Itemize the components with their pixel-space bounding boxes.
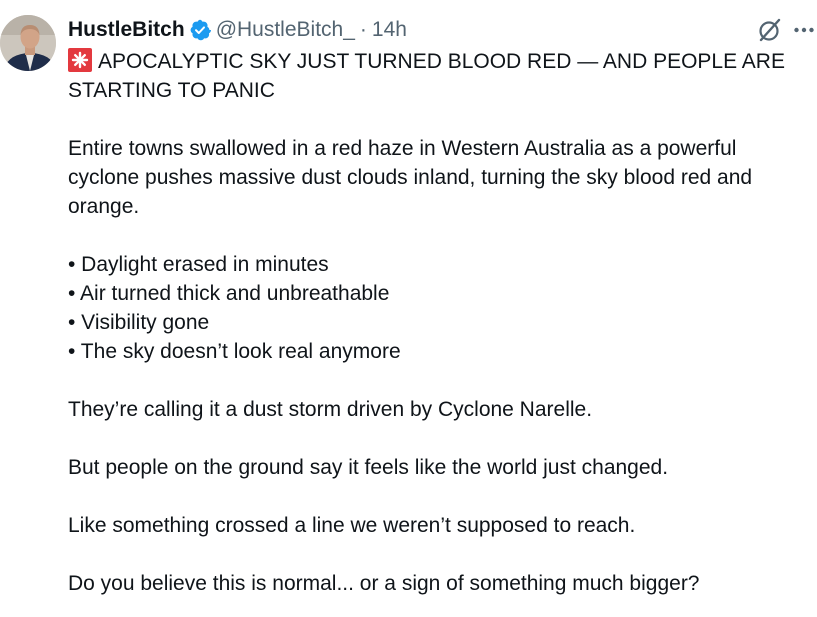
siren-icon bbox=[68, 48, 92, 72]
post-header: HustleBitch @HustleBitch_ · 14h bbox=[68, 16, 407, 44]
bullet-item: • Air turned thick and unbreathable bbox=[68, 282, 390, 305]
bullet-item: • Daylight erased in minutes bbox=[68, 253, 329, 276]
post-paragraph-4: Do you believe this is normal... or a si… bbox=[68, 572, 700, 595]
author-handle[interactable]: @HustleBitch_ bbox=[216, 16, 355, 44]
author-name[interactable]: HustleBitch bbox=[68, 16, 185, 44]
post-paragraph-2: But people on the ground say it feels li… bbox=[68, 456, 669, 479]
header-separator: · bbox=[359, 18, 367, 41]
bullet-list: • Daylight erased in minutes • Air turne… bbox=[68, 250, 808, 366]
post-timestamp[interactable]: 14h bbox=[372, 16, 407, 44]
more-icon[interactable] bbox=[793, 22, 817, 38]
post-paragraph-3: Like something crossed a line we weren’t… bbox=[68, 514, 636, 537]
avatar-photo bbox=[0, 15, 56, 71]
grok-icon[interactable] bbox=[757, 17, 783, 43]
post-paragraph-1: They’re calling it a dust storm driven b… bbox=[68, 398, 593, 421]
bullet-item: • Visibility gone bbox=[68, 311, 210, 334]
verified-badge-icon[interactable] bbox=[189, 19, 211, 41]
post-headline: APOCALYPTIC SKY JUST TURNED BLOOD RED — … bbox=[68, 50, 785, 102]
post-intro: Entire towns swallowed in a red haze in … bbox=[68, 137, 753, 218]
post-body: APOCALYPTIC SKY JUST TURNED BLOOD RED — … bbox=[68, 47, 808, 598]
post-headline-paragraph: APOCALYPTIC SKY JUST TURNED BLOOD RED — … bbox=[68, 47, 808, 105]
bullet-item: • The sky doesn’t look real anymore bbox=[68, 340, 401, 363]
author-avatar[interactable] bbox=[0, 15, 56, 71]
